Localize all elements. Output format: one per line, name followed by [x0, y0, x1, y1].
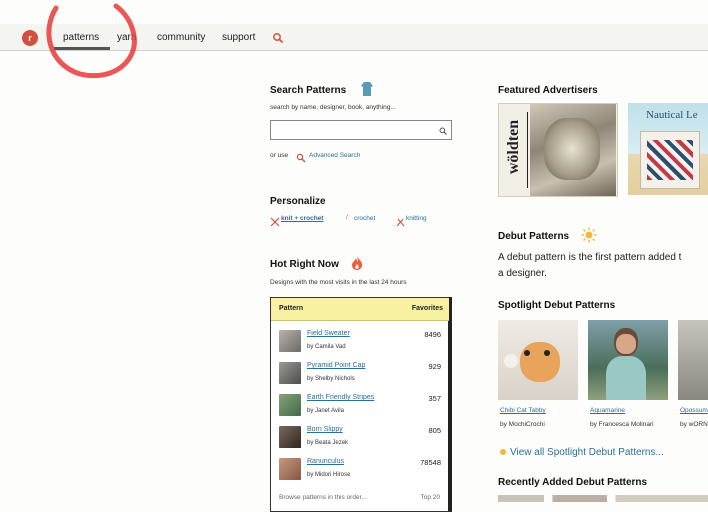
spotlight-designer[interactable]: by MochiCrochi	[500, 421, 545, 428]
debut-description-line2: a designer.	[498, 268, 547, 279]
pattern-designer[interactable]: by Shelby Nichols	[307, 376, 355, 382]
crochet-hook-icon: /	[346, 214, 348, 221]
pattern-designer[interactable]: by Camila Vad	[307, 344, 346, 350]
personalize-title: Personalize	[270, 196, 326, 207]
pattern-search-input[interactable]	[270, 120, 452, 140]
pattern-thumbnail[interactable]	[279, 394, 301, 416]
pattern-thumbnail[interactable]	[279, 362, 301, 384]
featured-advertisers-title: Featured Advertisers	[498, 85, 598, 96]
nav-community[interactable]: community	[157, 32, 205, 43]
debut-description-line1: A debut pattern is the first pattern add…	[498, 252, 682, 263]
pattern-name-link[interactable]: Earth Friendly Stripes	[307, 394, 374, 401]
personalize-crochet[interactable]: crochet	[354, 215, 375, 222]
or-use-label: or use	[270, 152, 289, 159]
pattern-name-link[interactable]: Field Sweater	[307, 330, 350, 337]
advanced-search-link[interactable]: Advanced Search	[309, 152, 360, 159]
yarn-book-photo	[530, 104, 616, 196]
spotlight-item-link[interactable]: Chibi Cat Tabby	[500, 407, 546, 414]
recent-patterns-strip[interactable]	[498, 495, 708, 502]
pattern-thumbnail[interactable]	[279, 426, 301, 448]
pattern-designer[interactable]: by Janet Avila	[307, 408, 344, 414]
woolden-ad[interactable]: wöldten	[498, 103, 618, 197]
pattern-favorites: 357	[428, 394, 441, 403]
recently-added-title: Recently Added Debut Patterns	[498, 477, 648, 488]
sweater-icon	[360, 81, 374, 102]
table-row[interactable]: Earth Friendly Stripes by Janet Avila 35…	[271, 390, 449, 422]
hot-patterns-table: Pattern Favorites Field Sweater by Camil…	[270, 297, 452, 512]
flame-icon	[350, 255, 364, 276]
spotlight-item-link[interactable]: Aquamarine	[590, 407, 625, 414]
pattern-designer[interactable]: by Beata Jezek	[307, 440, 348, 446]
nautical-ad[interactable]: Nautical Le	[628, 103, 708, 195]
advanced-search-icon	[296, 150, 306, 168]
spotlight-designer[interactable]: by wORN	[680, 421, 708, 428]
table-header: Pattern Favorites	[271, 298, 449, 321]
hot-right-now-title: Hot Right Now	[270, 259, 339, 270]
pattern-name-link[interactable]: Ranunculus	[307, 458, 344, 465]
table-row[interactable]: Born Slippy by Beata Jezek 805	[271, 422, 449, 454]
hot-subtitle: Designs with the most visits in the last…	[270, 279, 407, 286]
pattern-favorites: 929	[428, 362, 441, 371]
spotlight-image-opossum[interactable]	[678, 320, 708, 400]
column-favorites[interactable]: Favorites	[412, 305, 443, 312]
view-all-spotlight-link[interactable]: View all Spotlight Debut Patterns...	[510, 447, 664, 458]
bullet-icon	[500, 449, 506, 455]
pattern-designer[interactable]: by Midori Hirose	[307, 472, 350, 478]
sun-icon	[581, 227, 597, 248]
table-row[interactable]: Pyramid Point Cap by Shelby Nichols 929	[271, 358, 449, 390]
spotlight-designer[interactable]: by Francesca Molinari	[590, 421, 654, 428]
spotlight-title: Spotlight Debut Patterns	[498, 300, 616, 311]
top-20-link[interactable]: Top 20	[420, 494, 440, 501]
pattern-name-link[interactable]: Pyramid Point Cap	[307, 362, 365, 369]
spotlight-image-cat[interactable]	[498, 320, 578, 400]
pattern-favorites: 78548	[420, 458, 441, 467]
nav-search-icon[interactable]	[272, 31, 284, 49]
pattern-favorites: 805	[428, 426, 441, 435]
red-annotation-circle	[46, 3, 137, 79]
pattern-name-link[interactable]: Born Slippy	[307, 426, 343, 433]
nautical-ad-title: Nautical Le	[646, 109, 698, 121]
table-row[interactable]: Ranunculus by Midori Hirose 78548	[271, 454, 449, 486]
column-pattern[interactable]: Pattern	[279, 305, 303, 312]
personalize-knitting[interactable]: knitting	[406, 215, 427, 222]
pattern-thumbnail[interactable]	[279, 330, 301, 352]
knit-crochet-icon	[270, 214, 280, 232]
pattern-favorites: 8496	[424, 330, 441, 339]
search-hint: search by name, designer, book, anything…	[270, 104, 396, 111]
search-icon	[439, 127, 447, 135]
spotlight-image-aquamarine[interactable]	[588, 320, 668, 400]
nautical-bag-image	[640, 131, 700, 189]
woolden-logo: wöldten	[501, 112, 528, 188]
personalize-knit-crochet[interactable]: knit + crochet	[281, 215, 323, 222]
pattern-thumbnail[interactable]	[279, 458, 301, 480]
nav-support[interactable]: support	[222, 32, 255, 43]
search-patterns-title: Search Patterns	[270, 85, 347, 96]
spotlight-item-link[interactable]: Opossum	[680, 407, 708, 414]
browse-order-link[interactable]: Browse patterns in this order...	[279, 494, 367, 501]
knitting-needles-icon	[396, 214, 405, 232]
table-row[interactable]: Field Sweater by Camila Vad 8496	[271, 326, 449, 358]
debut-patterns-title: Debut Patterns	[498, 231, 570, 242]
